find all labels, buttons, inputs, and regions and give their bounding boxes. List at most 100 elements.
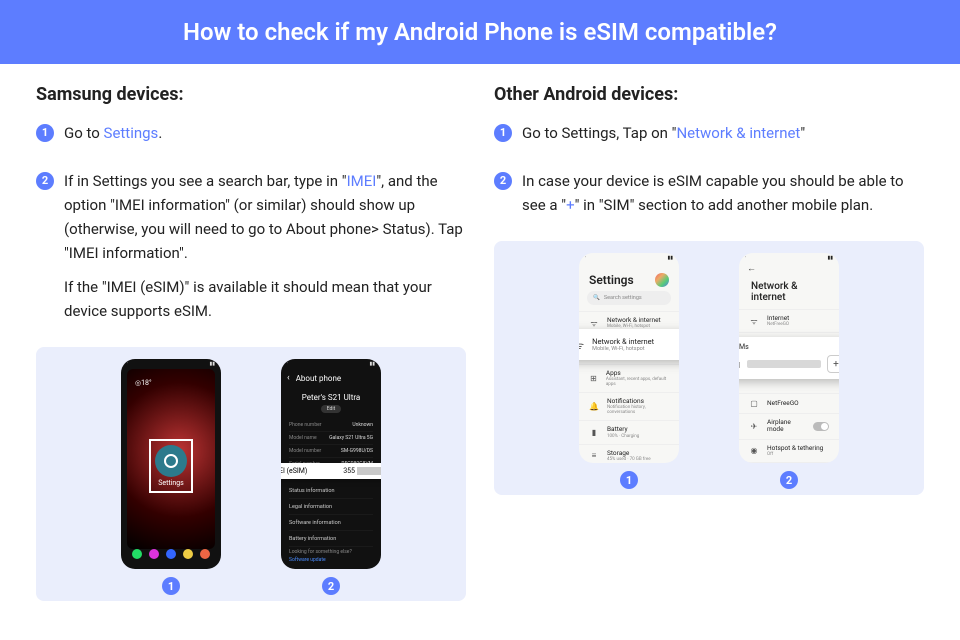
screenshot-2: ·▮▮ ← Network & internet ᯤInternetNetFre… <box>739 253 839 489</box>
screen-title: About phone <box>296 374 341 383</box>
apps-icon: ⊞ <box>589 374 598 383</box>
samsung-column: Samsung devices: 1 Go to Settings. 2 If … <box>36 84 466 601</box>
screenshot-number-badge: 1 <box>162 577 180 595</box>
bell-icon: 🔔 <box>589 402 599 411</box>
list-item: Status information <box>289 483 373 499</box>
imei-value-prefix: 355 <box>343 467 355 475</box>
other-step-2: 2 In case your device is eSIM capable yo… <box>494 169 924 227</box>
screenshot-1: ·▮▮ ◎18° Settings 1 <box>121 359 221 595</box>
status-bar: ·▮▮ <box>579 253 679 263</box>
sim-icon: ▢ <box>739 360 741 369</box>
sim-icon: ▢ <box>749 399 759 408</box>
network-internet-link[interactable]: Network & internet <box>676 124 800 142</box>
back-icon: ‹ <box>287 373 290 383</box>
text: " <box>800 124 805 142</box>
callout-title: Network & internet <box>592 337 654 346</box>
samsung-screenshots: ·▮▮ ◎18° Settings 1 <box>36 347 466 601</box>
sim-name-masked <box>747 360 821 368</box>
step-number-badge: 1 <box>36 124 54 142</box>
samsung-step-1: 1 Go to Settings. <box>36 121 466 155</box>
other-steps: 1 Go to Settings, Tap on "Network & inte… <box>494 121 924 227</box>
dock-app-icon <box>166 549 176 559</box>
phone-mock-samsung-home: ·▮▮ ◎18° Settings <box>121 359 221 569</box>
add-sim-plus-button: + <box>827 355 839 373</box>
list-item: Battery information <box>289 531 373 547</box>
dock-app-icon <box>149 549 159 559</box>
back-icon: ← <box>747 263 756 274</box>
row-val: SM-G998U/DS <box>341 448 373 454</box>
item-title: Hotspot & tethering <box>767 445 823 452</box>
text: If in Settings you see a search bar, typ… <box>64 172 347 190</box>
step-number-badge: 2 <box>36 172 54 190</box>
other-heading: Other Android devices: <box>494 84 924 105</box>
row-key: Model number <box>289 448 321 454</box>
samsung-heading: Samsung devices: <box>36 84 466 105</box>
text: If the "IMEI (eSIM)" is available it sho… <box>64 275 466 323</box>
text: " in "SIM" section to add another mobile… <box>575 196 874 214</box>
wifi-icon: ᯤ <box>749 316 759 327</box>
imei-link[interactable]: IMEI <box>347 172 377 190</box>
page-header: How to check if my Android Phone is eSIM… <box>0 0 960 64</box>
search-placeholder: Search settings <box>604 295 642 301</box>
hotspot-icon: ◉ <box>749 446 759 455</box>
item-sub: NetFreeGO <box>767 322 789 327</box>
device-name: Peter's S21 Ultra <box>281 393 381 402</box>
text: . <box>158 124 162 142</box>
item-sub: Off <box>767 452 823 457</box>
network-internet-callout: ᯤ Network & internet Mobile, Wi-Fi, hots… <box>579 329 679 360</box>
content-columns: Samsung devices: 1 Go to Settings. 2 If … <box>0 64 960 601</box>
step-number-badge: 2 <box>494 172 512 190</box>
text: Go to Settings, Tap on " <box>522 124 676 142</box>
status-bar: ·▮▮ <box>121 359 221 369</box>
app-dock <box>129 549 213 563</box>
other-android-column: Other Android devices: 1 Go to Settings,… <box>494 84 924 601</box>
weather-widget: ◎18° <box>135 379 152 387</box>
status-bar: ·▮▮ <box>281 359 381 369</box>
page-title: How to check if my Android Phone is eSIM… <box>183 18 777 46</box>
item-sub: 100% · Charging <box>607 434 639 439</box>
battery-icon: ▮ <box>589 428 599 437</box>
imei-masked <box>357 467 381 475</box>
row-key: Phone number <box>289 422 321 428</box>
search-icon: 🔍 <box>593 295 600 301</box>
sims-callout: SIMs ▢ + <box>739 337 839 379</box>
avatar-icon <box>655 273 669 287</box>
settings-label: Settings <box>151 479 191 487</box>
status-bar: ·▮▮ <box>739 253 839 263</box>
item-title: Storage <box>607 450 651 457</box>
search-bar: 🔍 Search settings <box>587 291 671 305</box>
toggle-switch <box>813 422 829 431</box>
settings-app-highlight: Settings <box>149 439 193 493</box>
settings-link[interactable]: Settings <box>104 124 159 142</box>
plus-link[interactable]: + <box>566 196 575 214</box>
imei-label: IMEI (eSIM) <box>281 467 307 475</box>
airplane-icon: ✈ <box>749 422 759 431</box>
gear-icon <box>155 445 187 477</box>
row-val: Unknown <box>352 422 373 428</box>
footer-link: Software update <box>289 557 373 563</box>
row-val: Galaxy S21 Ultra 5G <box>329 435 373 441</box>
step-number-badge: 1 <box>494 124 512 142</box>
samsung-step-2: 2 If in Settings you see a search bar, t… <box>36 169 466 333</box>
dock-app-icon <box>183 549 193 559</box>
dock-app-icon <box>132 549 142 559</box>
list-item: Legal information <box>289 499 373 515</box>
sims-heading: SIMs <box>739 343 839 351</box>
screen-title: Settings <box>589 273 634 287</box>
callout-sub: Mobile, Wi-Fi, hotspot <box>592 346 654 352</box>
list-item: Software information <box>289 515 373 531</box>
footer-question: Looking for something else? <box>289 549 373 555</box>
phone-mock-android-network: ·▮▮ ← Network & internet ᯤInternetNetFre… <box>739 253 839 463</box>
wifi-icon: ᯤ <box>579 338 584 352</box>
screenshot-number-badge: 2 <box>780 471 798 489</box>
item-sub: Assistant, recent apps, default apps <box>606 377 669 387</box>
edit-button: Edit <box>321 405 341 413</box>
phone-mock-samsung-about: ·▮▮ ‹ About phone Peter's S21 Ultra Edit… <box>281 359 381 569</box>
screenshot-number-badge: 2 <box>322 577 340 595</box>
item-sub: Notification history, conversations <box>607 405 669 415</box>
item-title: NetFreeGO <box>767 400 799 407</box>
item-sub: 45% used · 70 GB free <box>607 457 651 462</box>
other-step-1: 1 Go to Settings, Tap on "Network & inte… <box>494 121 924 155</box>
item-title: Airplane mode <box>767 419 805 433</box>
other-screenshots: ·▮▮ Settings 🔍 Search settings ᯤ Network … <box>494 241 924 495</box>
